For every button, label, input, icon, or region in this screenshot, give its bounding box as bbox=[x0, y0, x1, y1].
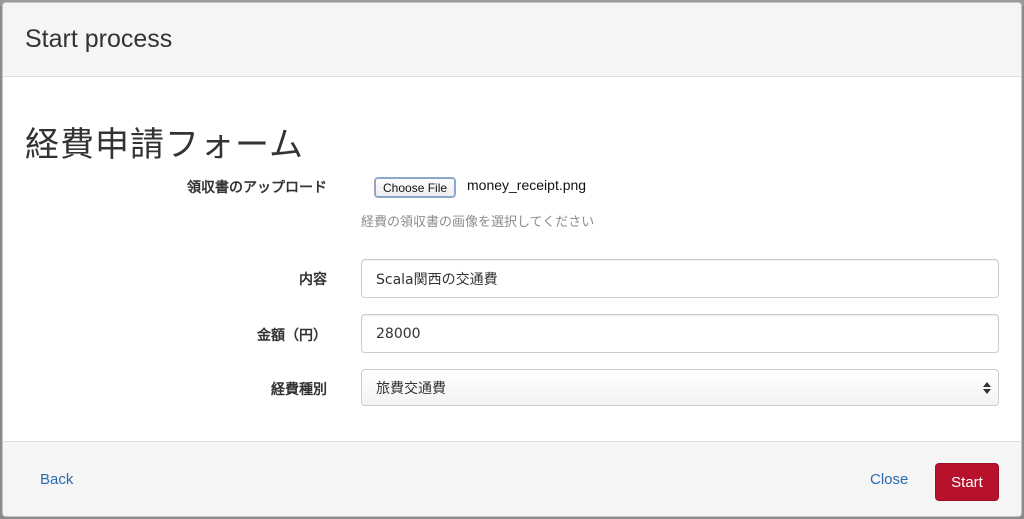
amount-input-value: 28000 bbox=[376, 325, 421, 342]
content-label: 内容 bbox=[299, 272, 327, 288]
amount-input[interactable]: 28000 bbox=[361, 314, 999, 353]
start-button[interactable]: Start bbox=[935, 463, 999, 501]
category-select[interactable]: 旅費交通費 bbox=[361, 369, 999, 406]
amount-label: 金額（円） bbox=[257, 328, 327, 344]
content-input[interactable]: Scala関西の交通費 bbox=[361, 259, 999, 298]
start-process-modal: Start process 経費申請フォーム 領収書のアップロード Choose… bbox=[2, 2, 1022, 517]
upload-help-text: 経費の領収書の画像を選択してください bbox=[361, 215, 595, 230]
back-button[interactable]: Back bbox=[40, 471, 73, 488]
category-selected-value: 旅費交通費 bbox=[376, 380, 446, 397]
content-input-value: Scala関西の交通費 bbox=[376, 271, 498, 288]
select-updown-icon bbox=[982, 379, 992, 397]
receipt-upload-label: 領収書のアップロード bbox=[187, 180, 327, 196]
category-label: 経費種別 bbox=[271, 382, 327, 398]
modal-header: Start process bbox=[3, 3, 1021, 77]
modal-footer: Back Close Start bbox=[3, 441, 1021, 516]
selected-file-name: money_receipt.png bbox=[467, 177, 587, 193]
modal-title: Start process bbox=[25, 25, 173, 53]
modal-body: 経費申請フォーム 領収書のアップロード Choose File money_re… bbox=[3, 77, 1021, 441]
choose-file-button[interactable]: Choose File bbox=[374, 177, 457, 198]
form-title: 経費申請フォーム bbox=[25, 125, 304, 165]
close-button[interactable]: Close bbox=[870, 471, 908, 488]
